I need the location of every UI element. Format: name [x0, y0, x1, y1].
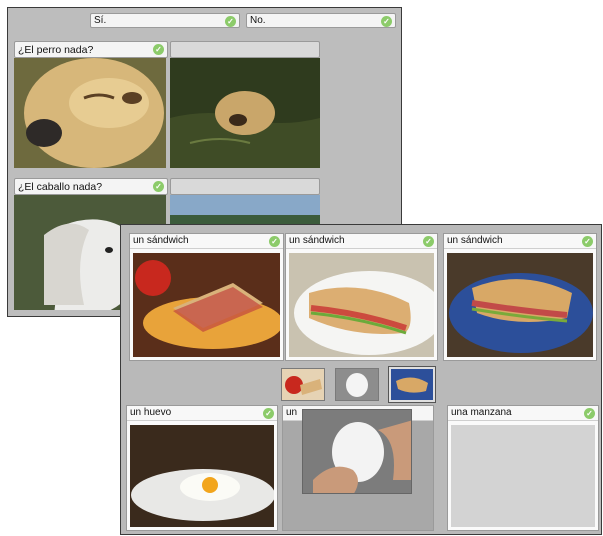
answer-si-label: Sí.	[94, 15, 107, 26]
question-perro: ¿El perro nada? ✓	[14, 41, 168, 58]
card-sandwich-1[interactable]: un sándwich ✓	[129, 233, 284, 361]
card-header: un huevo ✓	[127, 406, 277, 421]
answer-si[interactable]: Sí. ✓	[90, 13, 240, 28]
check-icon: ✓	[584, 408, 595, 419]
question-caballo: ¿El caballo nada? ✓	[14, 178, 168, 195]
card-sandwich-3[interactable]: un sándwich ✓	[443, 233, 597, 361]
answer-no[interactable]: No. ✓	[246, 13, 396, 28]
question-caballo-label: ¿El caballo nada?	[18, 181, 103, 193]
check-icon: ✓	[423, 236, 434, 247]
front-window: un sándwich ✓ un sándwich ✓ un sándwich …	[120, 224, 602, 535]
answer-slot-caballo[interactable]	[170, 178, 320, 195]
card-header: un sándwich ✓	[130, 234, 283, 249]
check-icon: ✓	[153, 44, 164, 55]
sub-sandwich-photo	[289, 253, 434, 357]
dragged-egg-photo[interactable]	[302, 409, 412, 494]
fried-egg-photo	[130, 425, 274, 527]
check-icon: ✓	[263, 408, 274, 419]
dog-face-photo[interactable]	[14, 58, 166, 168]
sandwich-blue-plate-photo	[447, 253, 593, 357]
check-icon: ✓	[269, 236, 280, 247]
card-header: un sándwich ✓	[286, 234, 437, 249]
card-manzana[interactable]: una manzana ✓	[447, 405, 599, 531]
card-label: una manzana	[451, 407, 512, 418]
check-icon: ✓	[582, 236, 593, 247]
card-huevo[interactable]: un huevo ✓	[126, 405, 278, 531]
thumb-egg[interactable]	[335, 368, 379, 401]
check-icon: ✓	[381, 16, 392, 27]
card-label: un sándwich	[447, 235, 503, 246]
sandwich-plate-photo	[133, 253, 280, 357]
card-label: un sándwich	[289, 235, 345, 246]
card-label: un huevo	[130, 407, 172, 418]
check-icon: ✓	[153, 181, 164, 192]
answer-no-label: No.	[250, 15, 266, 26]
card-label: un	[286, 407, 298, 418]
card-label: un sándwich	[133, 235, 189, 246]
thumb-sandwich-selected[interactable]	[388, 366, 436, 403]
empty-drop-slot[interactable]	[451, 425, 595, 527]
thumb-apple-sandwich[interactable]	[281, 368, 325, 401]
card-sandwich-2[interactable]: un sándwich ✓	[285, 233, 438, 361]
question-perro-label: ¿El perro nada?	[18, 44, 94, 56]
card-header: una manzana ✓	[448, 406, 598, 421]
card-header: un sándwich ✓	[444, 234, 596, 249]
answer-slot-perro[interactable]	[170, 41, 320, 58]
check-icon: ✓	[225, 16, 236, 27]
dog-swimming-photo[interactable]	[170, 58, 320, 168]
